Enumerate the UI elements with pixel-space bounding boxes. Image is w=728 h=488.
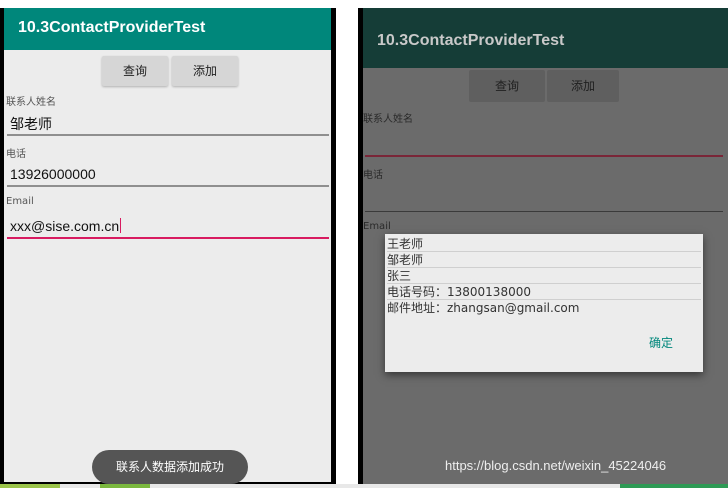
right-app-title: 10.3ContactProviderTest [377, 32, 565, 49]
desktop-strip-accent [100, 484, 150, 488]
text-cursor [120, 218, 122, 233]
result-dialog: 王老师 邹老师 张三 电话号码：13800138000 邮件地址：zhangsa… [385, 234, 703, 372]
name-field-underline [7, 134, 329, 136]
email-field[interactable]: xxx@sise.com.cn [10, 218, 122, 234]
dialog-list-item: 王老师 [387, 236, 701, 252]
email-label: Email [6, 196, 34, 207]
left-app-bar: 10.3ContactProviderTest [4, 8, 331, 50]
desktop-strip-accent [0, 484, 60, 488]
name-field[interactable]: 邹老师 [10, 114, 52, 134]
dialog-list-item: 邮件地址：zhangsan@gmail.com [387, 301, 580, 315]
watermark-text: https://blog.csdn.net/weixin_45224046 [445, 458, 667, 473]
toast-message: 联系人数据添加成功 [92, 450, 248, 484]
dialog-list-item: 电话号码：13800138000 [387, 284, 701, 300]
right-screen: 10.3ContactProviderTest 查询 添加 联系人姓名 电话 E… [363, 8, 728, 484]
left-screen: 10.3ContactProviderTest 查询 添加 联系人姓名 邹老师 … [4, 8, 331, 484]
phone-field-underline [7, 185, 329, 187]
phone-field[interactable]: 13926000000 [10, 166, 96, 182]
add-button[interactable]: 添加 [172, 56, 238, 86]
email-field-underline [7, 237, 329, 239]
separator [336, 0, 358, 488]
name-label: 联系人姓名 [363, 114, 413, 125]
right-phone-screenshot: 10.3ContactProviderTest 查询 添加 联系人姓名 电话 E… [358, 8, 728, 488]
email-label: Email [363, 221, 391, 232]
right-app-bar: 10.3ContactProviderTest [363, 8, 728, 68]
phone-field-underline[interactable] [365, 211, 723, 212]
desktop-strip-accent [620, 484, 728, 488]
left-phone-screenshot: 10.3ContactProviderTest 查询 添加 联系人姓名 邹老师 … [0, 8, 336, 488]
dialog-list-item: 邹老师 [387, 252, 701, 268]
query-button[interactable]: 查询 [469, 70, 545, 102]
email-field-text: xxx@sise.com.cn [10, 218, 120, 234]
phone-label: 电话 [6, 149, 26, 160]
name-field-underline[interactable] [365, 155, 723, 157]
dialog-list-item: 张三 [387, 268, 701, 284]
phone-label: 电话 [363, 170, 383, 181]
add-button[interactable]: 添加 [547, 70, 619, 102]
dialog-ok-button[interactable]: 确定 [649, 334, 673, 351]
query-button[interactable]: 查询 [102, 56, 168, 86]
left-app-title: 10.3ContactProviderTest [18, 19, 206, 36]
name-label: 联系人姓名 [6, 97, 56, 108]
